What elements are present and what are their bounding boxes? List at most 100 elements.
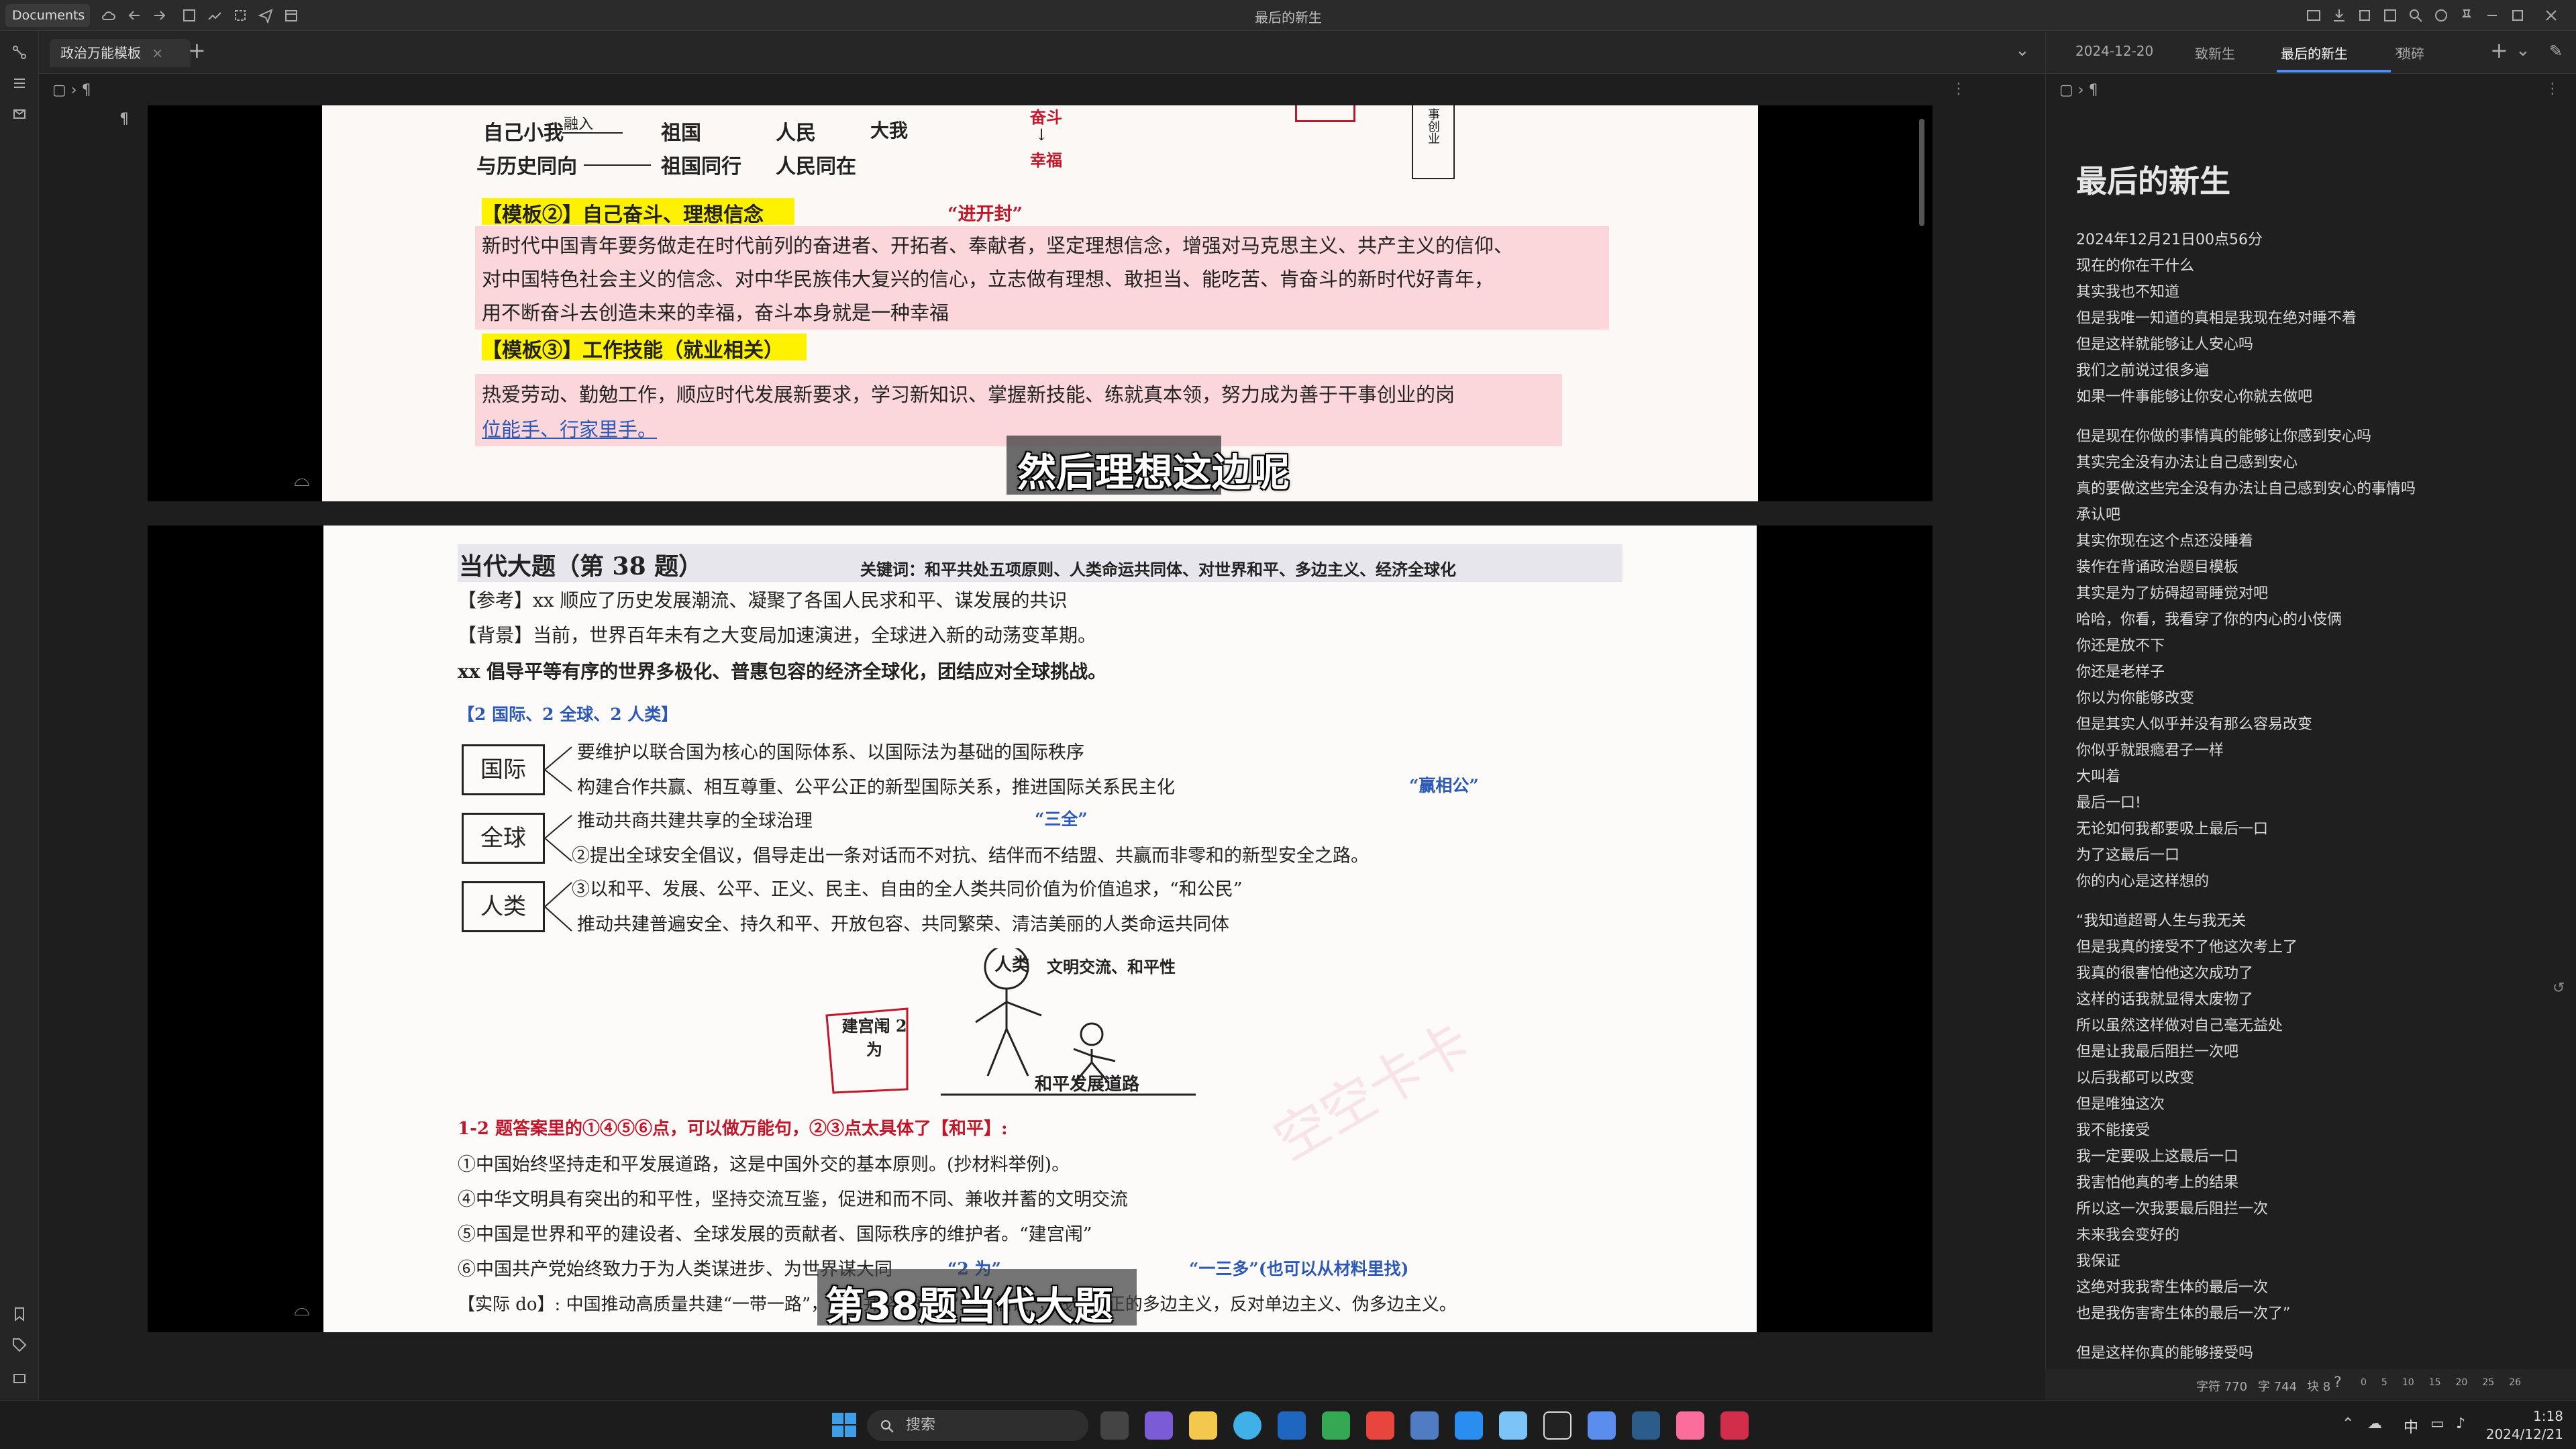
scrollbar[interactable] [1919,119,1924,226]
note-line[interactable]: 最后一口! [2076,790,2559,816]
note-line[interactable]: 装作在背诵政治题目模板 [2076,554,2559,581]
pin-icon[interactable] [2459,7,2475,23]
add-tab-icon[interactable]: + [188,38,206,63]
note-line[interactable]: 你的内心是这样想的 [2076,868,2559,895]
workspace-dropdown[interactable]: Documents ▾ [5,4,90,46]
note-line[interactable]: 但是唯独这次 [2076,1091,2559,1117]
note-line[interactable]: 大叫着 [2076,764,2559,790]
note-line[interactable]: 但是现在你做的事情真的能够让你感到安心吗 [2076,423,2559,450]
note-line[interactable]: 但是这样你真的能够接受吗 [2076,1340,2559,1366]
calendar-icon[interactable] [283,7,299,23]
copilot-icon[interactable] [1145,1411,1173,1440]
zoom-ticks[interactable]: 0 5 10 15 20 25 26 [2361,1377,2562,1388]
send-icon[interactable] [258,7,274,23]
maximize-icon[interactable] [2510,7,2526,23]
note-pane[interactable]: ▢ › ¶ ⋮ 最后的新生 2024年12月21日00点56分 现在的你在干什么其… [2045,74,2576,1369]
picture-icon[interactable] [2382,7,2398,23]
blank-line[interactable] [2076,410,2559,423]
more-options-icon-right[interactable]: ⋮ [2545,81,2560,97]
note-line[interactable]: 真的要做这些完全没有办法让自己感到安心的事情吗 [2076,476,2559,502]
tag-icon[interactable] [11,1337,28,1353]
graph-view-icon[interactable] [11,44,28,60]
note-line[interactable]: 所以这一次我要最后阻拦一次 [2076,1196,2559,1222]
note-line[interactable]: 我不能接受 [2076,1117,2559,1144]
steam-icon[interactable] [1632,1411,1660,1440]
note-line[interactable]: 其实是为了妨碍超哥睡觉对吧 [2076,581,2559,607]
tab-2024-12-20[interactable]: 2024-12-20 [2075,43,2153,59]
theme-icon[interactable] [2433,7,2449,23]
notepad-icon[interactable] [1499,1411,1527,1440]
note-line[interactable]: 哈哈，你看，我看穿了你的内心的小伎俩 [2076,607,2559,633]
note-line[interactable]: 现在的你在干什么 [2076,253,2559,279]
note-line[interactable]: 我保证 [2076,1248,2559,1275]
edge-icon[interactable] [1233,1411,1261,1440]
note-line[interactable]: 无论如何我都要吸上最后一口 [2076,816,2559,842]
calculator-icon[interactable] [1410,1411,1439,1440]
note-line[interactable]: 我真的很害怕他这次成功了 [2076,960,2559,987]
browser-icon[interactable] [1322,1411,1350,1440]
note-line[interactable]: 但是我真的接受不了他这次考上了 [2076,934,2559,960]
note-line[interactable]: 你还是老样子 [2076,659,2559,685]
outlook-icon[interactable] [1278,1411,1306,1440]
volume-icon[interactable]: ♪ [2456,1415,2465,1432]
note-line[interactable]: 承认吧 [2076,502,2559,528]
blank-line[interactable] [2076,895,2559,908]
chevron-down-icon[interactable]: ⌄ [2015,40,2030,60]
import-icon[interactable] [2331,7,2347,23]
note-line[interactable]: 其实你现在这个点还没睡着 [2076,528,2559,554]
sync-icon[interactable]: ☁ [2367,1415,2382,1432]
graph-icon[interactable] [207,7,223,23]
network-icon[interactable]: ▭ [2430,1415,2444,1432]
windows-start-icon[interactable] [831,1411,858,1438]
note-line[interactable]: 未来我会变好的 [2076,1222,2559,1248]
ime-indicator[interactable]: 中 [2404,1415,2418,1437]
tab-active[interactable]: 最后的新生 [2281,43,2348,62]
back-arrow-icon[interactable] [126,7,142,23]
qq-icon[interactable] [1543,1411,1572,1440]
dock-icon[interactable] [11,1370,28,1387]
note-line[interactable]: 这绝对我我寄生体的最后一次 [2076,1275,2559,1301]
close-icon[interactable] [2543,7,2559,23]
note-line[interactable]: 我害怕他真的考上的结果 [2076,1170,2559,1196]
note-line[interactable]: 但是我唯一知道的真相是我现在绝对睡不着 [2076,305,2559,332]
note-line[interactable]: 以后我都可以改变 [2076,1065,2559,1091]
note-line[interactable]: 但是让我最后阻拦一次吧 [2076,1039,2559,1065]
tab-politics-template[interactable]: 政治万能模板 × [50,39,191,67]
focus-icon[interactable] [232,7,248,23]
note-line[interactable]: 你以为你能够改变 [2076,685,2559,711]
edit-icon[interactable] [181,7,197,23]
netease-icon[interactable] [1366,1411,1394,1440]
breadcrumb-right[interactable]: ▢ › ¶ [2059,82,2098,99]
note-body[interactable]: 2024年12月21日00点56分 现在的你在干什么 其实我也不知道 但是我唯一知道的… [2076,227,2559,1366]
note-line[interactable]: 为了这最后一口 [2076,842,2559,868]
breadcrumb[interactable]: ▢ › ¶ [52,82,91,99]
app-icon-blue[interactable] [1455,1411,1483,1440]
taskbar-search[interactable]: 搜索 [867,1410,1088,1441]
bookmark-icon[interactable] [11,1306,28,1322]
inbox-icon[interactable] [11,106,28,122]
note-line[interactable]: 这样的话我就显得太废物了 [2076,987,2559,1013]
note-line[interactable]: 其实完全没有办法让自己感到安心 [2076,450,2559,476]
note-line[interactable]: 其实我也不知道 [2076,279,2559,305]
image-icon[interactable] [2306,7,2322,23]
note-line[interactable]: 我一定要吸上这最后一口 [2076,1144,2559,1170]
note-line[interactable]: 我们之前说过很多遍 [2076,358,2559,384]
search-icon[interactable] [2408,7,2424,23]
history-icon[interactable]: ↺ [2553,980,2565,997]
cloud-icon[interactable] [101,7,117,23]
note-line[interactable]: 你似乎就跟瘾君子一样 [2076,738,2559,764]
note-title[interactable]: 最后的新生 [2076,157,2230,201]
add-tab-icon-right[interactable]: + [2490,38,2508,63]
note-line[interactable]: 但是这样就能够让人安心吗 [2076,332,2559,358]
tray-chevron-icon[interactable]: ⌃ [2342,1415,2354,1432]
more-options-icon[interactable]: ⋮ [1951,81,1966,97]
outline-icon[interactable] [11,75,28,91]
close-tab-icon[interactable]: × [152,45,163,61]
chevron-down-icon-right[interactable]: ⌄ [2516,40,2530,60]
note-line[interactable]: 2024年12月21日00点56分 [2076,227,2559,253]
help-icon[interactable]: ? [2334,1375,2342,1391]
bilibili-icon[interactable] [1676,1411,1704,1440]
note-line[interactable]: 但是其实人似乎并没有那么容易改变 [2076,711,2559,738]
tab-zhixinsheng[interactable]: 致新生 [2195,43,2235,62]
blank-line[interactable] [2076,1327,2559,1340]
